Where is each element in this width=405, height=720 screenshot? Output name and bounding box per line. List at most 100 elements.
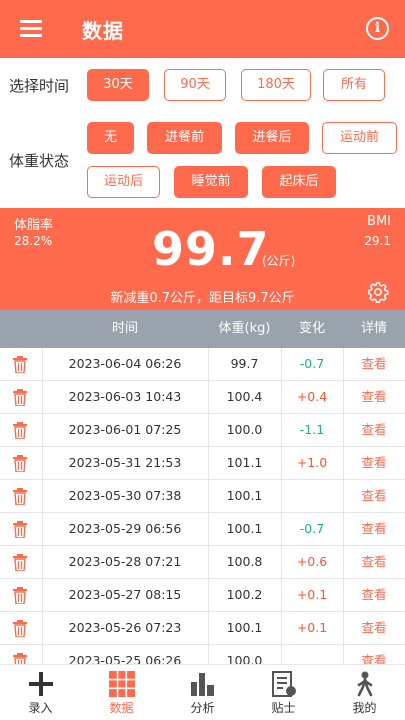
view-detail-link[interactable]: 查看 xyxy=(343,447,405,480)
tab-record-label: 录入 xyxy=(28,701,53,715)
trash-icon[interactable] xyxy=(12,653,28,664)
table-row: 2023-05-25 06:26 100.0 查看 xyxy=(0,645,405,664)
weight-summary: 体脂率 28.2% BMI 29.1 99.7 (公斤) 新减重0.7公斤，距目… xyxy=(0,208,405,310)
table-row: 2023-05-30 07:38 100.1 查看 xyxy=(0,480,405,513)
view-detail-link[interactable]: 查看 xyxy=(343,480,405,513)
row-change: +0.6 xyxy=(296,554,328,569)
row-weight: 100.4 xyxy=(226,389,263,404)
tab-mine[interactable]: 我的 xyxy=(324,665,405,720)
table-row: 2023-05-31 21:53 101.1 +1.0 查看 xyxy=(0,447,405,480)
table-row: 2023-06-04 06:26 99.7 -0.7 查看 xyxy=(0,348,405,381)
time-option-90[interactable]: 90天 xyxy=(164,69,226,101)
trash-icon[interactable] xyxy=(12,356,28,374)
app-root: 数据 i 选择时间 30天 90天 180天 所有 体重状态 无 进餐前 进餐后… xyxy=(0,0,405,720)
row-change: +1.0 xyxy=(296,455,328,470)
row-time: 2023-05-27 08:15 xyxy=(68,587,182,602)
row-time: 2023-05-28 07:21 xyxy=(68,554,182,569)
trash-icon[interactable] xyxy=(12,389,28,407)
state-option-after-meal[interactable]: 进餐后 xyxy=(235,122,309,154)
row-change xyxy=(281,480,343,513)
weight-record-list[interactable]: 2023-06-04 06:26 99.7 -0.7 查看 2023-06-03 10:… xyxy=(0,348,405,664)
weight-unit: (公斤) xyxy=(262,254,296,268)
tab-tips[interactable]: 贴士 xyxy=(243,665,324,720)
state-option-none[interactable]: 无 xyxy=(87,122,134,154)
trash-icon[interactable] xyxy=(12,620,28,638)
row-time: 2023-05-26 07:23 xyxy=(68,620,182,635)
row-change: -1.1 xyxy=(299,422,325,437)
table-row: 2023-06-03 10:43 100.4 +0.4 查看 xyxy=(0,381,405,414)
view-detail-link[interactable]: 查看 xyxy=(343,414,405,447)
trash-icon[interactable] xyxy=(12,521,28,539)
row-time: 2023-06-04 06:26 xyxy=(68,356,182,371)
header-change: 变化 xyxy=(298,321,325,336)
view-detail-link[interactable]: 查看 xyxy=(343,579,405,612)
row-time: 2023-06-01 07:25 xyxy=(68,422,182,437)
settings-gear-icon[interactable] xyxy=(367,281,389,303)
grid-icon xyxy=(109,671,135,697)
view-detail-link[interactable]: 查看 xyxy=(343,348,405,381)
tab-record[interactable]: 录入 xyxy=(0,665,81,720)
table-row: 2023-06-01 07:25 100.0 -1.1 查看 xyxy=(0,414,405,447)
plus-icon xyxy=(29,672,53,696)
time-option-180[interactable]: 180天 xyxy=(241,69,311,101)
tab-analysis-label: 分析 xyxy=(190,701,215,715)
row-weight: 100.1 xyxy=(226,488,263,503)
bmi-label: BMI xyxy=(367,214,391,229)
trash-icon[interactable] xyxy=(12,587,28,605)
row-weight: 100.0 xyxy=(226,653,263,664)
top-bar: 数据 i xyxy=(0,0,405,58)
view-detail-link[interactable]: 查看 xyxy=(343,513,405,546)
view-detail-link[interactable]: 查看 xyxy=(343,381,405,414)
trash-icon[interactable] xyxy=(12,488,28,506)
row-time: 2023-05-29 06:56 xyxy=(68,521,182,536)
row-change xyxy=(281,645,343,664)
row-change: +0.1 xyxy=(296,587,328,602)
row-weight: 100.8 xyxy=(226,554,263,569)
info-icon[interactable]: i xyxy=(366,17,389,40)
tab-analysis[interactable]: 分析 xyxy=(162,665,243,720)
state-option-before-sleep[interactable]: 睡觉前 xyxy=(174,166,248,198)
tab-mine-label: 我的 xyxy=(352,701,377,715)
row-weight: 100.1 xyxy=(226,620,263,635)
filter-panel: 选择时间 30天 90天 180天 所有 体重状态 无 进餐前 进餐后 运动前 … xyxy=(0,58,405,208)
row-change: +0.4 xyxy=(296,389,328,404)
row-time: 2023-06-03 10:43 xyxy=(68,389,182,404)
header-detail: 详情 xyxy=(360,321,387,336)
time-option-all[interactable]: 所有 xyxy=(323,69,385,101)
tab-tips-label: 贴士 xyxy=(271,701,296,715)
person-icon xyxy=(357,671,373,697)
view-detail-link[interactable]: 查看 xyxy=(343,612,405,645)
body-fat-value: 28.2% xyxy=(14,234,53,248)
table-row: 2023-05-26 07:23 100.1 +0.1 查看 xyxy=(0,612,405,645)
header-weight: 体重(kg) xyxy=(218,321,271,336)
time-option-30[interactable]: 30天 xyxy=(87,69,149,101)
view-detail-link[interactable]: 查看 xyxy=(343,645,405,664)
tab-data[interactable]: 数据 xyxy=(81,665,162,720)
table-row: 2023-05-28 07:21 100.8 +0.6 查看 xyxy=(0,546,405,579)
row-time: 2023-05-30 07:38 xyxy=(68,488,182,503)
state-option-after-exercise[interactable]: 运动后 xyxy=(87,166,160,198)
row-weight: 100.0 xyxy=(226,422,263,437)
menu-icon[interactable] xyxy=(20,18,44,38)
view-detail-link[interactable]: 查看 xyxy=(343,546,405,579)
row-weight: 100.1 xyxy=(226,521,263,536)
trash-icon[interactable] xyxy=(12,455,28,473)
trash-icon[interactable] xyxy=(12,554,28,572)
state-option-after-wake[interactable]: 起床后 xyxy=(262,166,336,198)
header-time: 时间 xyxy=(111,321,138,336)
table-header: 时间 体重(kg) 变化 详情 xyxy=(0,310,405,348)
table-row: 2023-05-29 06:56 100.1 -0.7 查看 xyxy=(0,513,405,546)
row-change: -0.7 xyxy=(299,356,325,371)
trash-icon[interactable] xyxy=(12,422,28,440)
state-option-before-meal[interactable]: 进餐前 xyxy=(147,122,222,154)
bmi-value: 29.1 xyxy=(364,234,391,248)
state-filter-label: 体重状态 xyxy=(9,152,70,170)
tips-icon xyxy=(272,671,296,697)
state-option-before-exercise[interactable]: 运动前 xyxy=(322,122,397,154)
page-title: 数据 xyxy=(82,19,124,43)
goal-progress-text: 新减重0.7公斤，距目标9.7公斤 xyxy=(110,291,295,306)
bar-chart-icon xyxy=(191,673,214,696)
row-time: 2023-05-31 21:53 xyxy=(68,455,182,470)
time-filter-label: 选择时间 xyxy=(9,77,70,95)
row-weight: 101.1 xyxy=(226,455,263,470)
